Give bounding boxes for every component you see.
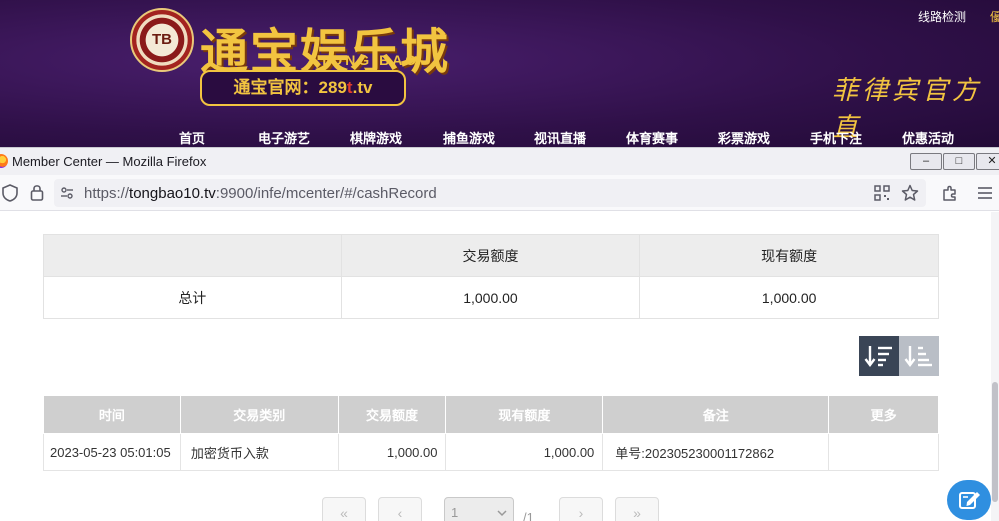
- summary-header: 现有额度: [639, 234, 939, 277]
- record-time: 2023-05-23 05:01:05: [43, 433, 181, 471]
- header-extra-link[interactable]: 優: [990, 8, 999, 25]
- last-page-button[interactable]: »: [615, 497, 659, 521]
- summary-total-balance: 1,000.00: [639, 276, 939, 319]
- site-nav-item[interactable]: 捕鱼游戏: [443, 128, 495, 147]
- record-type: 加密货币入款: [179, 433, 339, 471]
- prev-page-button[interactable]: ‹: [378, 497, 422, 521]
- bookmark-star-icon[interactable]: [901, 184, 919, 202]
- record-note: 单号:202305230001172862: [602, 433, 830, 471]
- site-nav-item[interactable]: 首页: [179, 128, 205, 147]
- sort-asc-icon: [904, 346, 932, 367]
- sort-desc-icon: [864, 346, 892, 367]
- summary-total-row: 总计 1,000.00 1,000.00: [43, 276, 939, 319]
- site-nav-item[interactable]: 优惠活动: [902, 128, 954, 147]
- site-nav-item[interactable]: 体育赛事: [626, 128, 678, 147]
- column-header-note[interactable]: 备注: [602, 395, 830, 434]
- extensions-icon[interactable]: [941, 184, 959, 202]
- site-url-badge: 通宝官网：289t.tv: [200, 70, 406, 106]
- next-page-button[interactable]: ›: [559, 497, 603, 521]
- record-balance: 1,000.00: [445, 433, 604, 471]
- casino-chip-logo-icon: TB: [130, 8, 194, 72]
- site-nav-item[interactable]: 手机下注: [810, 128, 862, 147]
- site-url-prefix: 通宝官网：289: [233, 78, 347, 97]
- summary-table: 交易额度 现有额度 总计 1,000.00 1,000.00: [43, 234, 939, 319]
- site-nav-item[interactable]: 电子游艺: [258, 128, 310, 147]
- member-center-content: 交易额度 现有额度 总计 1,000.00 1,000.00 时间 交易类别 交…: [0, 212, 999, 521]
- browser-toolbar: https://tongbao10.tv:9900/infe/mcenter/#…: [0, 175, 999, 211]
- url-path: :9900/infe/mcenter/#/cashRecord: [215, 185, 437, 202]
- lock-icon[interactable]: [30, 184, 44, 201]
- window-title: Member Center — Mozilla Firefox: [12, 154, 207, 169]
- column-header-amount[interactable]: 交易额度: [337, 395, 447, 434]
- table-row[interactable]: 2023-05-23 05:01:05 加密货币入款 1,000.00 1,00…: [43, 433, 939, 471]
- qr-code-icon[interactable]: [874, 185, 890, 201]
- site-nav-item[interactable]: 彩票游戏: [718, 128, 770, 147]
- sort-asc-button[interactable]: [899, 336, 939, 376]
- scrollbar[interactable]: [991, 212, 999, 521]
- record-more[interactable]: [828, 433, 939, 471]
- close-button[interactable]: ✕: [976, 153, 999, 170]
- page-select[interactable]: 1: [444, 497, 514, 521]
- url-host: tongbao10.tv: [129, 185, 216, 202]
- chip-text: TB: [152, 31, 172, 48]
- feedback-button[interactable]: [947, 480, 991, 520]
- column-header-time[interactable]: 时间: [43, 395, 181, 434]
- sort-desc-button[interactable]: [859, 336, 899, 376]
- summary-header: [43, 234, 342, 277]
- current-page-value: 1: [451, 505, 459, 520]
- summary-total-label: 总计: [43, 276, 342, 319]
- chevron-down-icon: [497, 510, 507, 517]
- permissions-icon[interactable]: [60, 186, 74, 200]
- website-banner: TB 通宝娱乐城 TONG BAO 通宝官网：289t.tv 线路检测 優 菲律…: [0, 0, 999, 150]
- column-header-more[interactable]: 更多: [828, 395, 939, 434]
- site-logo-subtitle: TONG BAO: [320, 52, 420, 68]
- url-scheme: https://: [84, 185, 130, 202]
- site-url-suffix: .tv: [352, 78, 373, 97]
- record-header-row: 时间 交易类别 交易额度 现有额度 备注 更多: [43, 395, 939, 434]
- cash-record-table: 时间 交易类别 交易额度 现有额度 备注 更多 2023-05-23 05:01…: [43, 395, 939, 471]
- site-nav-item[interactable]: 棋牌游戏: [350, 128, 402, 147]
- url-text[interactable]: https://tongbao10.tv:9900/infe/mcenter/#…: [84, 185, 437, 202]
- maximize-button[interactable]: □: [943, 153, 975, 170]
- line-check-link[interactable]: 线路检测: [918, 8, 966, 25]
- firefox-icon: [0, 154, 8, 168]
- total-pages: /1: [523, 510, 534, 521]
- site-nav-item[interactable]: 视讯直播: [534, 128, 586, 147]
- feedback-icon: [959, 492, 980, 509]
- window-titlebar[interactable]: Member Center — Mozilla Firefox – □ ✕: [0, 147, 999, 175]
- summary-header-row: 交易额度 现有额度: [43, 234, 939, 277]
- column-header-type[interactable]: 交易类别: [179, 395, 339, 434]
- scrollbar-thumb[interactable]: [992, 382, 998, 502]
- menu-icon[interactable]: [977, 186, 993, 200]
- minimize-button[interactable]: –: [910, 153, 942, 170]
- summary-total-amount: 1,000.00: [340, 276, 641, 319]
- shield-icon[interactable]: [2, 184, 18, 202]
- first-page-button[interactable]: «: [322, 497, 366, 521]
- record-amount: 1,000.00: [337, 433, 447, 471]
- column-header-balance[interactable]: 现有额度: [445, 395, 604, 434]
- url-bar[interactable]: https://tongbao10.tv:9900/infe/mcenter/#…: [54, 179, 926, 207]
- summary-header: 交易额度: [340, 234, 641, 277]
